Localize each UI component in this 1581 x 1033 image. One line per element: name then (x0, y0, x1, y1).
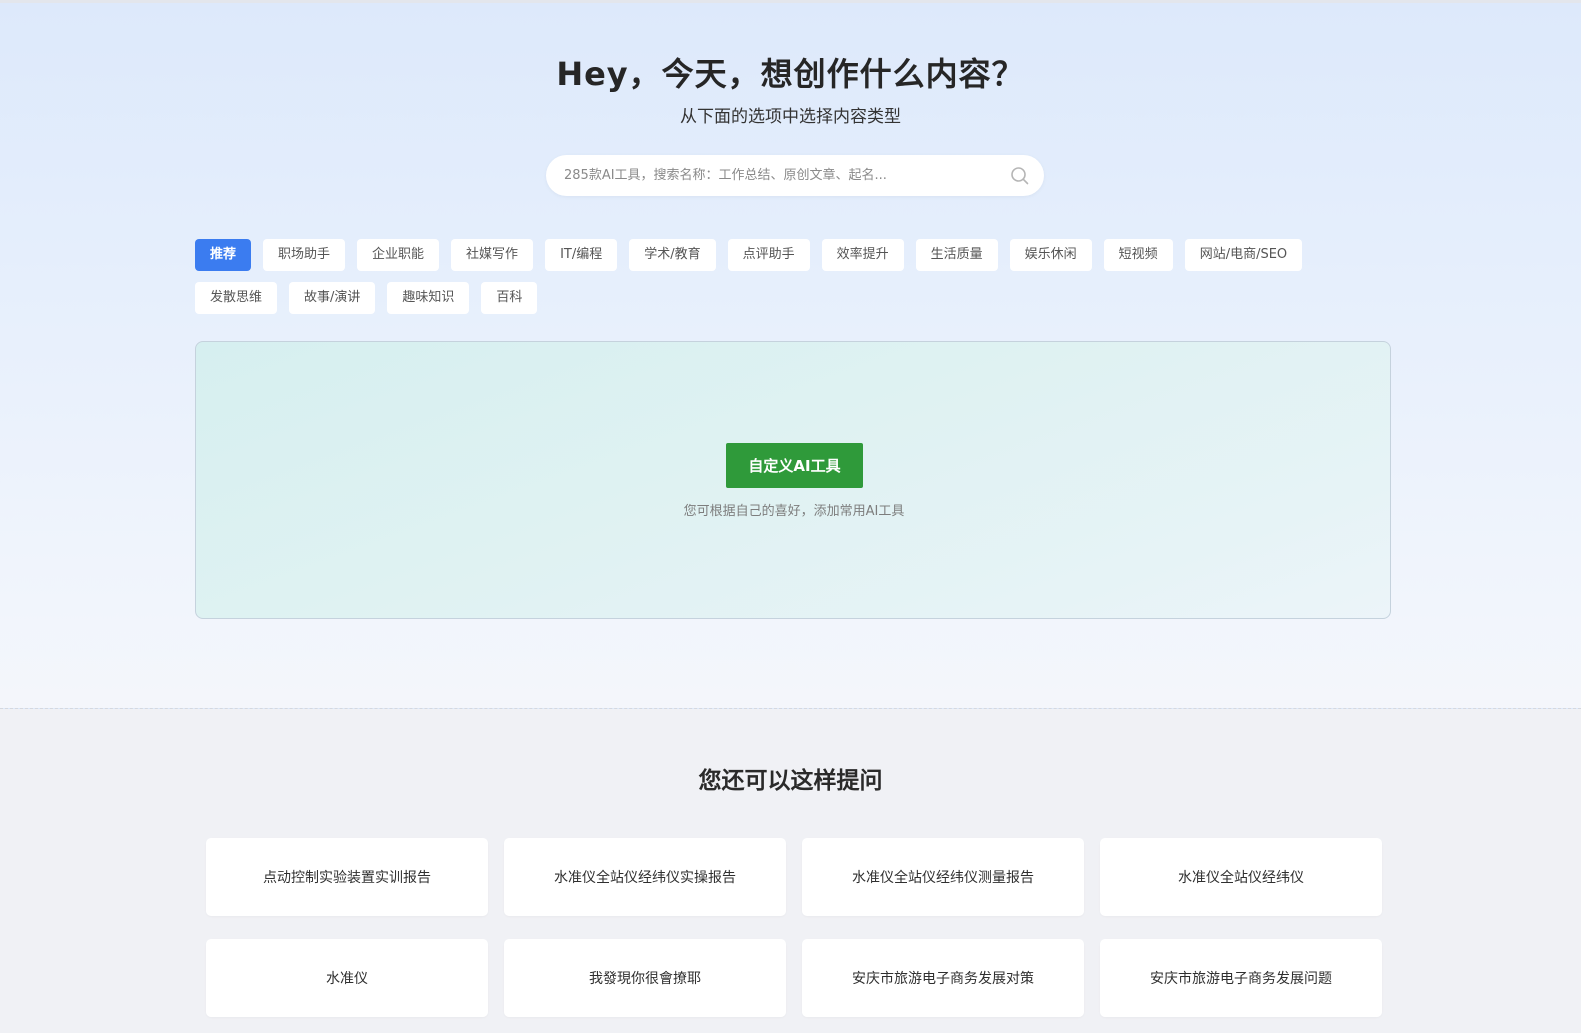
custom-tool-hint: 您可根据自己的喜好，添加常用AI工具 (683, 504, 905, 519)
suggestion-card[interactable]: 安庆市旅游电子商务发展问题 (1100, 939, 1382, 1017)
category-tab[interactable]: IT/编程 (545, 239, 618, 271)
search-icon[interactable] (1010, 166, 1030, 186)
suggestions-title: 您还可以这样提问 (698, 768, 883, 794)
category-tab[interactable]: 网站/电商/SEO (1184, 239, 1303, 271)
search-bar (546, 155, 1044, 196)
custom-tool-panel: 自定义AI工具 您可根据自己的喜好，添加常用AI工具 (195, 341, 1391, 619)
category-tab[interactable]: 推荐 (195, 239, 252, 271)
category-tab[interactable]: 社媒写作 (451, 239, 534, 271)
page-subtitle: 从下面的选项中选择内容类型 (680, 107, 901, 127)
custom-ai-tool-button[interactable]: 自定义AI工具 (726, 443, 863, 488)
category-tab[interactable]: 趣味知识 (387, 282, 470, 314)
category-tabs: 推荐 职场助手 企业职能 社媒写作 IT/编程 学术/教育 点评助手 效率提升 生活质量 娱乐休闲… (195, 239, 1395, 325)
category-tab[interactable]: 故事/演讲 (289, 282, 376, 314)
suggestion-card[interactable]: 水准仪全站仪经纬仪 (1100, 838, 1382, 916)
category-tab[interactable]: 娱乐休闲 (1009, 239, 1092, 271)
category-tab[interactable]: 点评助手 (727, 239, 810, 271)
category-tab[interactable]: 短视频 (1103, 239, 1173, 271)
category-tab[interactable]: 发散思维 (195, 282, 278, 314)
search-input[interactable] (564, 155, 994, 196)
category-tab[interactable]: 效率提升 (821, 239, 904, 271)
category-tab-row: 发散思维 故事/演讲 趣味知识 百科 (195, 282, 1395, 314)
suggestion-card[interactable]: 安庆市旅游电子商务发展对策 (802, 939, 1084, 1017)
suggestion-card[interactable]: 点动控制实验装置实训报告 (206, 838, 488, 916)
suggestion-card[interactable]: 我發現你很會撩耶 (504, 939, 786, 1017)
category-tab[interactable]: 百科 (481, 282, 538, 314)
hero-section: Hey，今天，想创作什么内容？ 从下面的选项中选择内容类型 推荐职场助手企业职能… (0, 3, 1581, 709)
category-tab[interactable]: 企业职能 (357, 239, 440, 271)
category-tab[interactable]: 职场助手 (263, 239, 346, 271)
page-title: Hey，今天，想创作什么内容？ (556, 55, 1025, 93)
suggestion-card[interactable]: 水准仪 (206, 939, 488, 1017)
category-tab-row: 推荐 职场助手 企业职能 社媒写作 IT/编程 学术/教育 点评助手 效率提升 生活质量 娱乐休闲… (195, 239, 1395, 271)
suggestion-grid: 点动控制实验装置实训报告 水准仪全站仪经纬仪实操报告 水准仪全站仪经纬仪测量报告 水准… (206, 838, 1386, 1017)
suggestion-card[interactable]: 水准仪全站仪经纬仪实操报告 (504, 838, 786, 916)
category-tab[interactable]: 生活质量 (915, 239, 998, 271)
category-tab[interactable]: 学术/教育 (629, 239, 716, 271)
suggestion-card[interactable]: 水准仪全站仪经纬仪测量报告 (802, 838, 1084, 916)
